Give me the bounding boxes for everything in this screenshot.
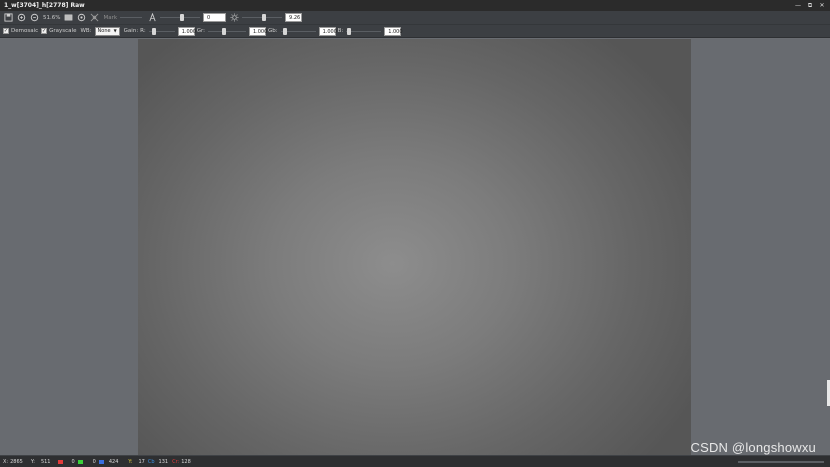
- zoom-level: 51.6%: [43, 14, 61, 21]
- status-bar: X: 2865 Y: 511 0 0 424 Y: 17 Cb 131 Cr: …: [0, 455, 830, 467]
- close-button[interactable]: ✕: [819, 0, 825, 11]
- gamma-icon: [148, 13, 157, 22]
- rotate-icon[interactable]: [77, 13, 86, 22]
- grayscale-checkbox[interactable]: ✓: [41, 28, 48, 34]
- fit-icon[interactable]: [64, 13, 73, 22]
- brightness-slider-thumb[interactable]: [262, 14, 267, 21]
- x-value: 2865: [10, 458, 23, 465]
- cr-value: 128: [181, 458, 191, 465]
- gain-gb-label: Gb:: [267, 28, 278, 34]
- brightness-slider[interactable]: [242, 13, 283, 22]
- gain-r-label: R:: [140, 28, 146, 34]
- r-swatch: [58, 459, 64, 464]
- zoom-out-icon[interactable]: [30, 13, 39, 22]
- gain-b-input[interactable]: 1.000: [384, 26, 403, 36]
- gain-gr-slider[interactable]: [207, 27, 246, 36]
- mark-label: Mark: [103, 14, 118, 21]
- image-viewport[interactable]: [0, 39, 830, 455]
- restore-button[interactable]: ⧉: [807, 0, 813, 11]
- gain-gr-slider-thumb[interactable]: [221, 27, 226, 35]
- toolbar-secondary: ✓ Demosaic ✓ Grayscale WB: None ▼ Gain: …: [0, 25, 830, 38]
- g-value: 0: [92, 458, 96, 465]
- gain-b-slider[interactable]: [346, 27, 382, 36]
- wb-select-value: None: [97, 28, 111, 34]
- demosaic-checkbox[interactable]: ✓: [3, 28, 9, 34]
- gain-r-slider-thumb[interactable]: [151, 27, 156, 35]
- mark-icon[interactable]: [90, 13, 99, 22]
- cb-value: 131: [158, 458, 169, 465]
- chevron-down-icon: ▼: [113, 28, 117, 33]
- cb-label: Cb: [147, 458, 155, 465]
- title-bar: 1_w[3704]_h[2778] Raw — ⧉ ✕: [0, 0, 830, 11]
- gain-label: Gain:: [123, 28, 139, 34]
- gain-gr-input[interactable]: 1.000: [248, 26, 267, 36]
- gain-r-slider[interactable]: [148, 27, 175, 36]
- demosaic-label: Demosaic: [11, 28, 39, 34]
- cr-label: Cr:: [172, 458, 180, 465]
- g-swatch: [77, 459, 83, 464]
- gain-gr-label: Gr:: [196, 28, 205, 34]
- minimize-button[interactable]: —: [795, 0, 801, 11]
- gain-gb-slider[interactable]: [280, 27, 316, 36]
- r-value: 0: [71, 458, 75, 465]
- y2-label: Y:: [128, 458, 133, 465]
- save-icon[interactable]: [4, 13, 13, 22]
- watermark: CSDN @longshowxu: [690, 440, 816, 455]
- window-title: 1_w[3704]_h[2778] Raw: [4, 2, 85, 9]
- gain-gb-slider-thumb[interactable]: [282, 27, 287, 35]
- offset-slider-thumb[interactable]: [180, 14, 185, 21]
- horizontal-scroll-indicator[interactable]: [738, 461, 824, 463]
- offset-input[interactable]: 0: [203, 13, 227, 22]
- gain-gb-input[interactable]: 1.000: [318, 26, 337, 36]
- brightness-input[interactable]: 9.26: [285, 13, 303, 22]
- gain-r-input[interactable]: 1.000: [177, 26, 196, 36]
- mark-slider[interactable]: [120, 13, 143, 22]
- toolbar-primary: 51.6% Mark 0 9.26: [0, 11, 830, 25]
- b-value: 424: [108, 458, 119, 465]
- offset-slider[interactable]: [160, 13, 201, 22]
- y2-value: 17: [138, 458, 145, 465]
- y-value: 511: [40, 458, 51, 465]
- brightness-icon: [230, 13, 239, 22]
- gain-b-slider-thumb[interactable]: [347, 27, 352, 35]
- x-label: X:: [3, 458, 9, 465]
- grayscale-label: Grayscale: [49, 28, 77, 34]
- wb-select[interactable]: None ▼: [94, 26, 120, 36]
- wb-label: WB:: [80, 28, 92, 34]
- b-swatch: [98, 459, 104, 464]
- zoom-in-icon[interactable]: [17, 13, 26, 22]
- y-label: Y:: [30, 458, 35, 465]
- gain-b-label: B:: [337, 28, 344, 34]
- raw-image-canvas[interactable]: [138, 39, 691, 455]
